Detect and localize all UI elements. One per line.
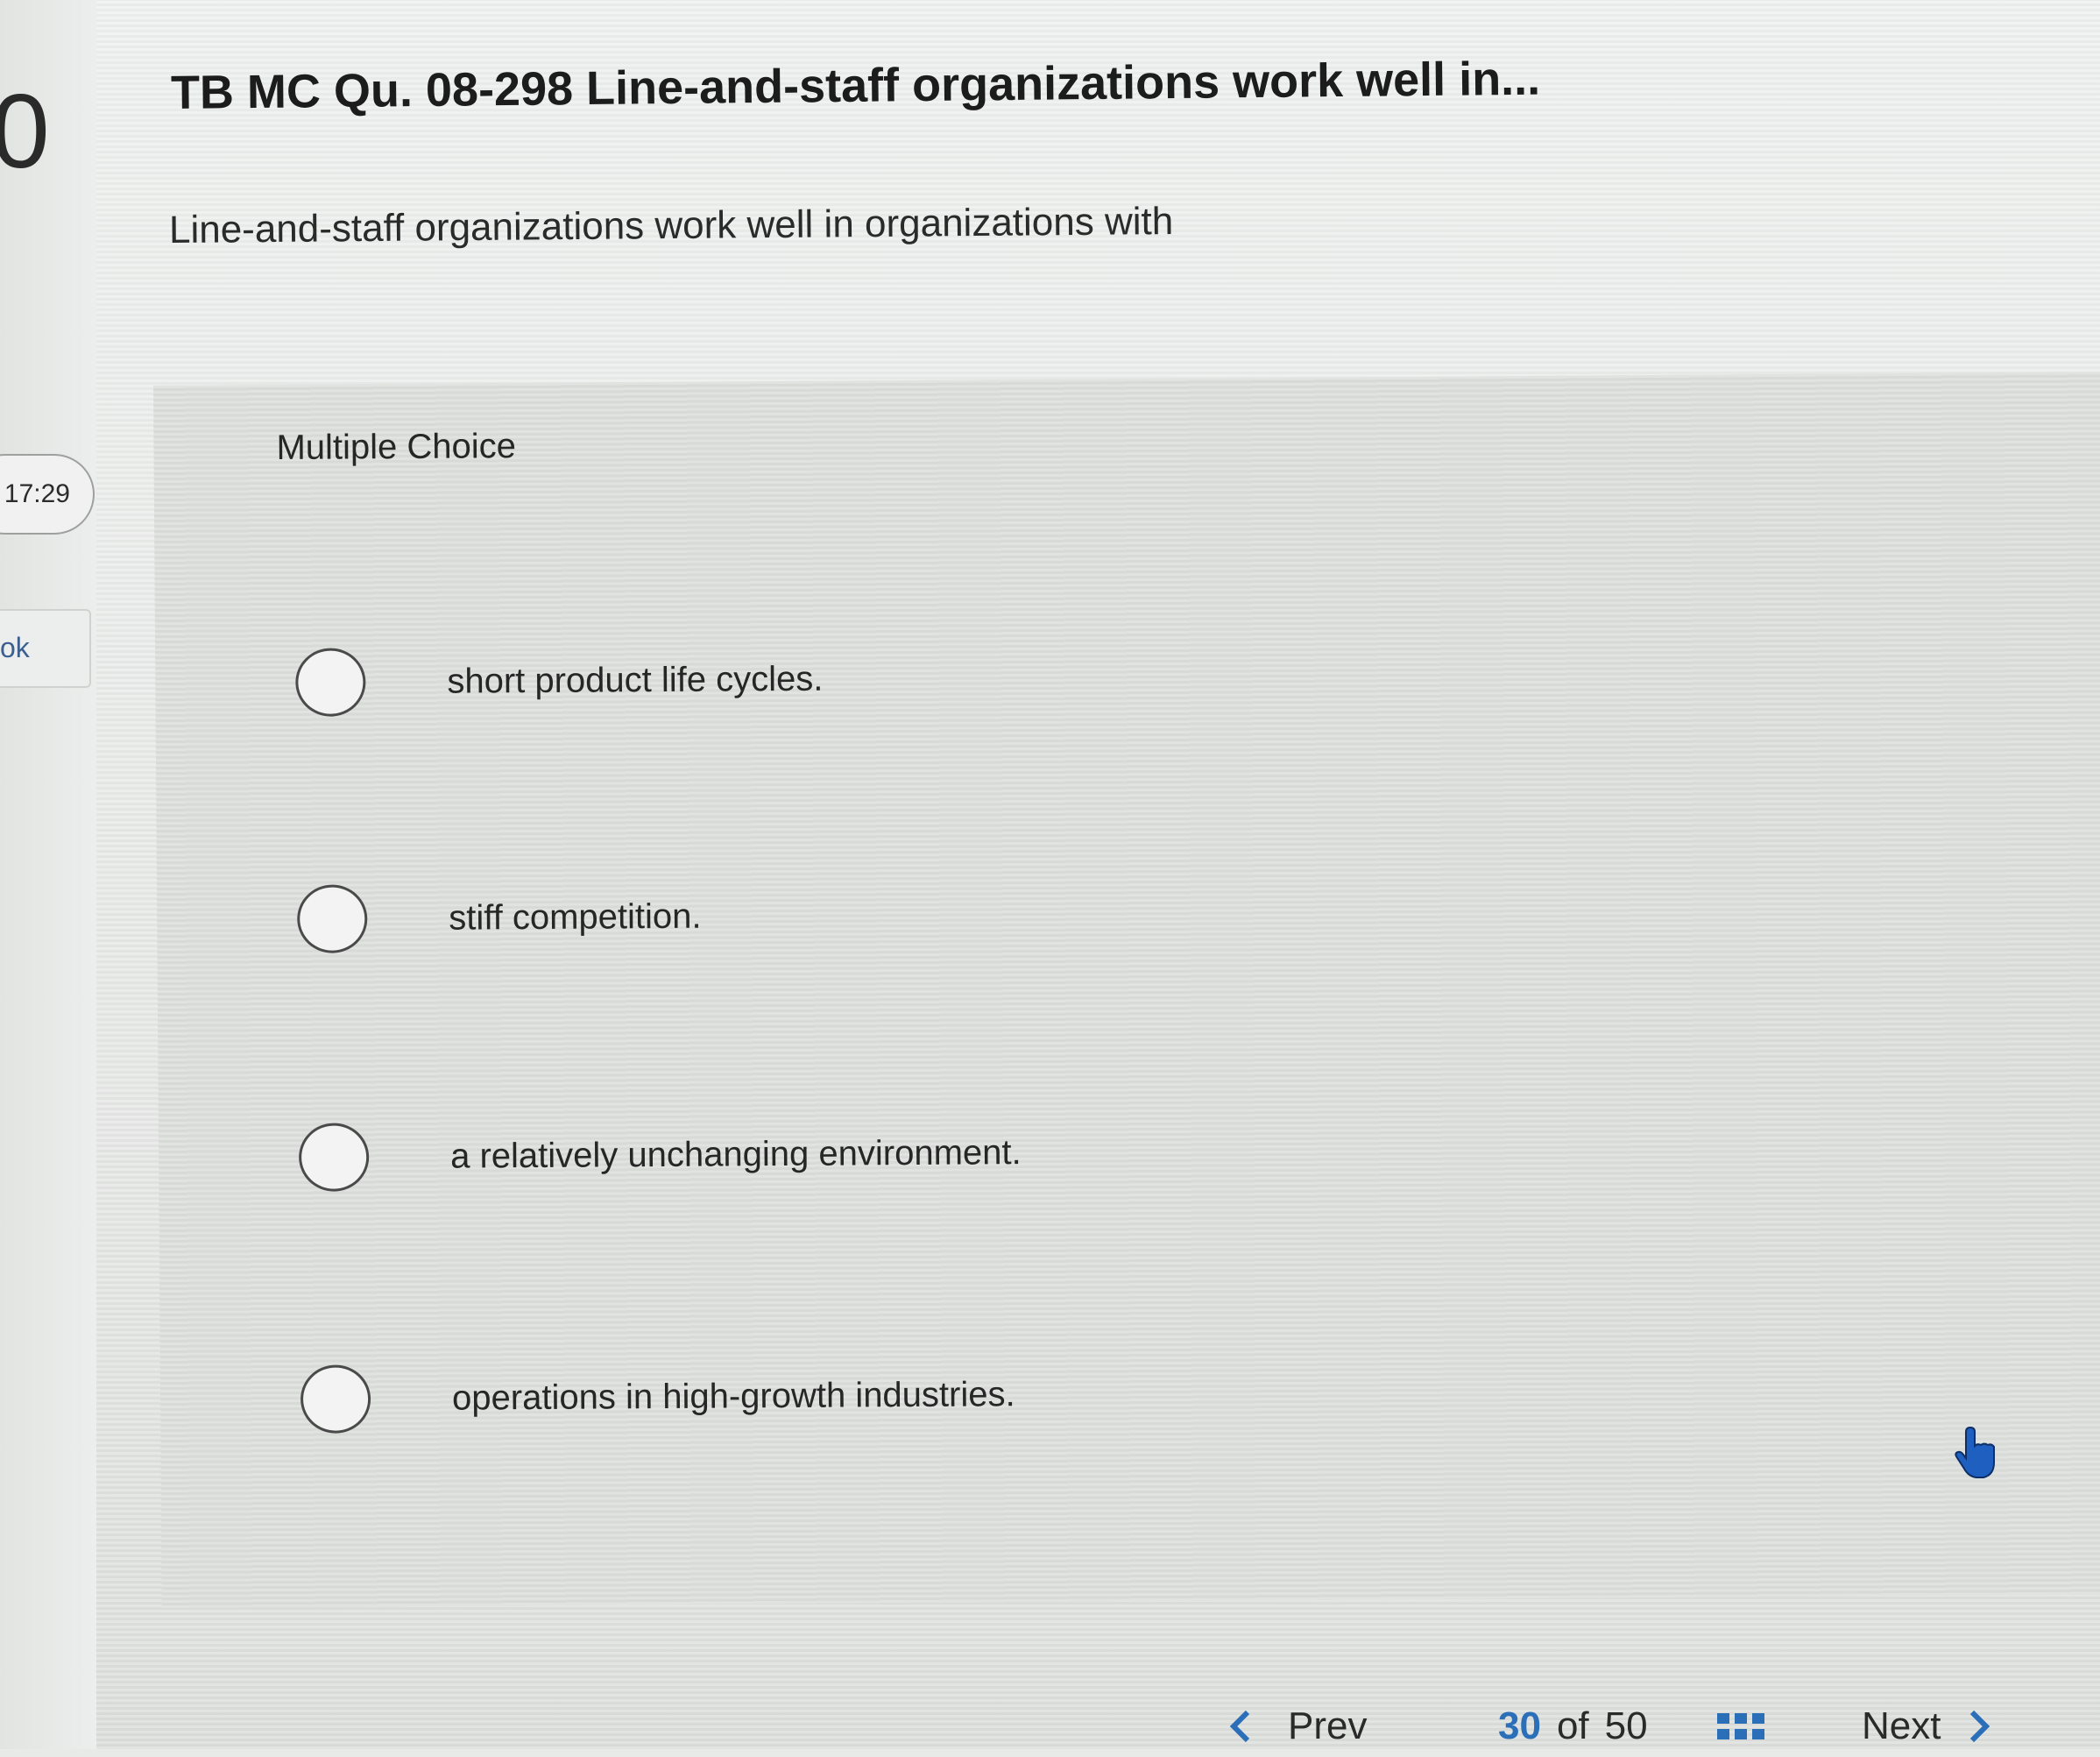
- page-indicator: 30 of 50: [1498, 1704, 1648, 1748]
- choice-option-text: operations in high-growth industries.: [451, 1374, 1015, 1418]
- ebook-button-label: ok: [0, 632, 30, 663]
- radio-button[interactable]: [296, 884, 368, 953]
- timer-badge[interactable]: 17:29: [0, 454, 95, 535]
- left-rail: 0 17:29 ok: [0, 0, 96, 1749]
- grid-icon[interactable]: [1717, 1713, 1766, 1748]
- radio-button[interactable]: [298, 1123, 370, 1192]
- choice-option-text: short product life cycles.: [447, 659, 824, 701]
- choice-option-text: stiff competition.: [449, 896, 702, 938]
- choice-option-text: a relatively unchanging environment.: [449, 1132, 1022, 1176]
- choice-option-4[interactable]: operations in high-growth industries.: [300, 1359, 1015, 1435]
- radio-button[interactable]: [295, 648, 366, 717]
- total-pages: 50: [1604, 1704, 1648, 1747]
- next-label: Next: [1862, 1704, 1941, 1747]
- next-button[interactable]: Next: [1862, 1704, 1993, 1748]
- chevron-left-icon: [1229, 1710, 1250, 1743]
- chevron-right-icon: [1970, 1710, 1990, 1743]
- ebook-button[interactable]: ok: [0, 609, 91, 688]
- choice-option-1[interactable]: short product life cycles.: [295, 644, 824, 718]
- pagination-bar: Prev 30 of 50 Next: [1227, 1704, 2100, 1757]
- screen: 0 17:29 ok TB MC Qu. 08-298 Line-and-sta…: [0, 0, 2100, 1749]
- multiple-choice-label: Multiple Choice: [276, 427, 517, 468]
- question-title: TB MC Qu. 08-298 Line-and-staff organiza…: [170, 52, 1541, 119]
- question-prompt: Line-and-staff organizations work well i…: [168, 199, 1174, 252]
- prev-label: Prev: [1288, 1704, 1368, 1747]
- multiple-choice-panel: Multiple Choice short product life cycle…: [153, 372, 2100, 1608]
- choice-option-2[interactable]: stiff competition.: [296, 882, 702, 954]
- prev-button[interactable]: Prev: [1227, 1704, 1367, 1748]
- question-number: 0: [0, 73, 50, 190]
- radio-button[interactable]: [300, 1364, 371, 1434]
- of-label: of: [1556, 1704, 1589, 1747]
- choice-option-3[interactable]: a relatively unchanging environment.: [298, 1117, 1022, 1193]
- hand-pointer-icon: [1955, 1427, 1995, 1478]
- current-page: 30: [1498, 1704, 1541, 1747]
